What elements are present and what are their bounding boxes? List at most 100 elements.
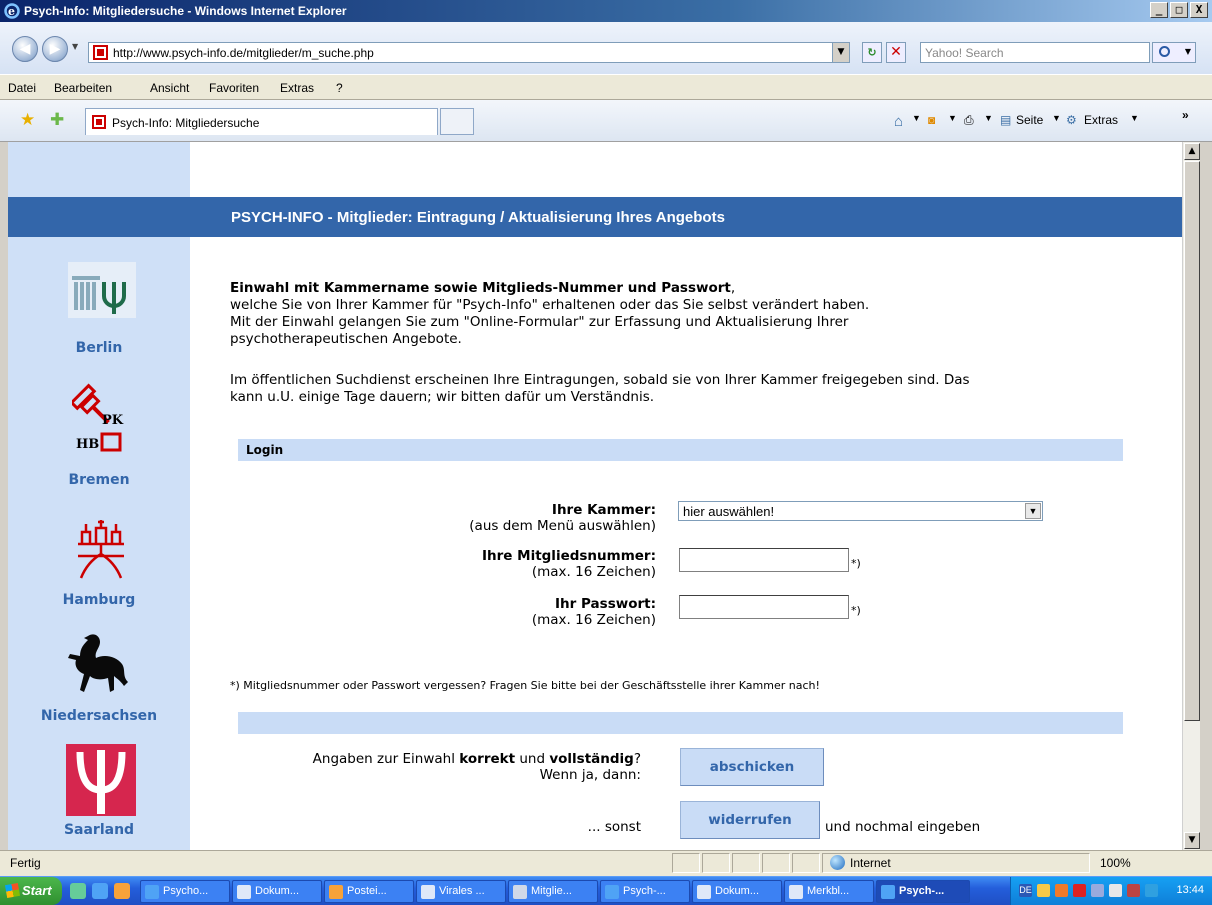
window-title: Psych-Info: Mitgliedersuche - Windows In… — [24, 4, 347, 18]
member-number-label: Ihre Mitgliedsnummer: (max. 16 Zeichen) — [481, 548, 656, 580]
sidebar-item-berlin[interactable]: Berlin — [8, 260, 190, 360]
print-dropdown-icon[interactable]: ▼ — [984, 113, 993, 123]
forward-button[interactable]: ▶ — [42, 36, 68, 62]
taskbar-task[interactable]: Postei... — [324, 880, 414, 903]
mail-tray-icon[interactable] — [1037, 884, 1050, 897]
quicklaunch-desktop-icon[interactable] — [70, 883, 86, 899]
monitor-tray-icon[interactable] — [1145, 884, 1158, 897]
sidebar-label-saarland: Saarland — [63, 822, 135, 838]
menu-ansicht[interactable]: Ansicht — [150, 81, 189, 95]
language-indicator[interactable]: DE — [1019, 884, 1032, 897]
intro-line: Mit der Einwahl gelangen Sie zum "Online… — [230, 314, 849, 330]
zoom-level[interactable]: 100% — [1100, 856, 1131, 870]
quicklaunch-ie-icon[interactable] — [92, 883, 108, 899]
form-task-icon — [513, 885, 527, 899]
tab-psych-info[interactable]: Psych-Info: Mitgliedersuche — [85, 108, 438, 135]
word-task-icon — [237, 885, 251, 899]
sidebar-label-niedersachsen: Niedersachsen — [40, 708, 158, 724]
menu-extras[interactable]: Extras — [280, 81, 314, 95]
site-favicon-icon — [93, 45, 108, 60]
bremen-logo-hb: HB — [76, 437, 99, 452]
add-favorite-icon[interactable]: ✚ — [50, 110, 64, 130]
network-tray-icon[interactable] — [1091, 884, 1104, 897]
ie-task-icon — [605, 885, 619, 899]
menu-favoriten[interactable]: Favoriten — [209, 81, 259, 95]
page-dropdown-icon[interactable]: ▼ — [1052, 113, 1061, 123]
sidebar-item-niedersachsen[interactable]: Niedersachsen — [8, 630, 190, 730]
maximize-button[interactable]: □ — [1170, 2, 1188, 18]
vertical-scrollbar[interactable]: ▲ ▼ — [1182, 142, 1200, 850]
volume-tray-icon[interactable] — [1109, 884, 1122, 897]
word-task-icon — [697, 885, 711, 899]
quicklaunch-app-icon[interactable] — [114, 883, 130, 899]
security-zone-label: Internet — [850, 856, 891, 870]
taskbar-task[interactable]: Psycho... — [140, 880, 230, 903]
print-icon[interactable]: ⎙ — [964, 113, 974, 128]
menu-bearbeiten[interactable]: Bearbeiten — [54, 81, 112, 95]
search-icon — [1159, 46, 1170, 57]
app-tray-icon[interactable] — [1055, 884, 1068, 897]
sidebar-item-saarland[interactable]: Saarland — [8, 744, 190, 850]
new-tab-button[interactable] — [440, 108, 474, 135]
refresh-button[interactable]: ↻ — [862, 42, 882, 63]
scroll-thumb[interactable] — [1184, 161, 1200, 721]
member-number-input[interactable] — [679, 548, 849, 572]
reset-button[interactable]: widerrufen — [680, 801, 820, 839]
intro-line: psychotherapeutischen Angebote. — [230, 331, 462, 347]
page-banner: PSYCH-INFO - Mitglieder: Eintragung / Ak… — [8, 197, 1182, 237]
clock: 13:44 — [1176, 884, 1204, 896]
minimize-button[interactable]: _ — [1150, 2, 1168, 18]
taskbar-task[interactable]: Psych-... — [600, 880, 690, 903]
antivirus-tray-icon[interactable] — [1073, 884, 1086, 897]
kammer-select[interactable]: hier auswählen! ▼ — [678, 501, 1043, 521]
taskbar-task-active[interactable]: Psych-... — [876, 880, 970, 903]
taskbar-task[interactable]: Dokum... — [692, 880, 782, 903]
search-input[interactable]: Yahoo! Search — [920, 42, 1150, 63]
berlin-chamber-logo-icon — [68, 262, 136, 318]
back-button[interactable]: ◀ — [12, 36, 38, 62]
scroll-down-icon[interactable]: ▼ — [1184, 832, 1200, 849]
menu-help[interactable]: ? — [336, 81, 343, 95]
more-commands-icon[interactable]: » — [1182, 108, 1189, 122]
sidebar-item-bremen[interactable]: PK HB Bremen — [8, 382, 190, 492]
home-icon[interactable]: ⌂ — [894, 113, 903, 130]
address-toolbar: ◀ ▶ ▼ http://www.psych-info.de/mitgliede… — [0, 22, 1212, 74]
security-tray-icon[interactable] — [1127, 884, 1140, 897]
search-options-dropdown-icon[interactable]: ▼ — [1185, 47, 1191, 56]
else-label: ... sonst — [587, 819, 641, 835]
favorites-center-icon[interactable]: ★ — [20, 110, 35, 130]
password-input[interactable] — [679, 595, 849, 619]
intro-headline: Einwahl mit Kammername sowie Mitglieds-N… — [230, 280, 731, 296]
feeds-dropdown-icon[interactable]: ▼ — [948, 113, 957, 123]
taskbar-task[interactable]: Virales ... — [416, 880, 506, 903]
confirm-question: Angaben zur Einwahl korrekt und vollstän… — [312, 751, 641, 783]
home-dropdown-icon[interactable]: ▼ — [912, 113, 921, 123]
start-button[interactable]: Start — [0, 877, 62, 905]
close-button[interactable]: X — [1190, 2, 1208, 18]
bremen-chamber-logo-icon: PK HB — [72, 383, 124, 452]
intro-line: welche Sie von Ihrer Kammer für "Psych-I… — [230, 297, 870, 313]
tools-menu[interactable]: Extras — [1084, 113, 1118, 127]
search-button[interactable]: ▼ — [1152, 42, 1196, 63]
sidebar-label-hamburg: Hamburg — [62, 592, 136, 608]
taskbar-task[interactable]: Dokum... — [232, 880, 322, 903]
sidebar-item-hamburg[interactable]: Hamburg — [8, 514, 190, 614]
address-dropdown-icon[interactable]: ▼ — [832, 43, 849, 62]
address-field[interactable]: http://www.psych-info.de/mitglieder/m_su… — [88, 42, 850, 63]
niedersachsen-horse-logo-icon — [68, 634, 128, 692]
feeds-icon[interactable]: ◙ — [928, 113, 935, 127]
tools-dropdown-icon[interactable]: ▼ — [1130, 113, 1139, 123]
select-dropdown-icon[interactable]: ▼ — [1025, 503, 1041, 519]
login-section-header: Login — [238, 439, 1123, 461]
sidebar-label-bremen: Bremen — [68, 472, 130, 488]
menu-datei[interactable]: Datei — [8, 81, 36, 95]
forgot-credentials-note: *) Mitgliedsnummer oder Passwort vergess… — [230, 679, 820, 692]
taskbar-task[interactable]: Merkbl... — [784, 880, 874, 903]
url-text[interactable]: http://www.psych-info.de/mitglieder/m_su… — [113, 46, 374, 60]
scroll-up-icon[interactable]: ▲ — [1184, 143, 1200, 160]
history-dropdown-icon[interactable]: ▼ — [72, 42, 82, 54]
taskbar-task[interactable]: Mitglie... — [508, 880, 598, 903]
submit-button[interactable]: abschicken — [680, 748, 824, 786]
stop-button[interactable]: ✕ — [886, 42, 906, 63]
page-menu[interactable]: Seite — [1016, 113, 1043, 127]
